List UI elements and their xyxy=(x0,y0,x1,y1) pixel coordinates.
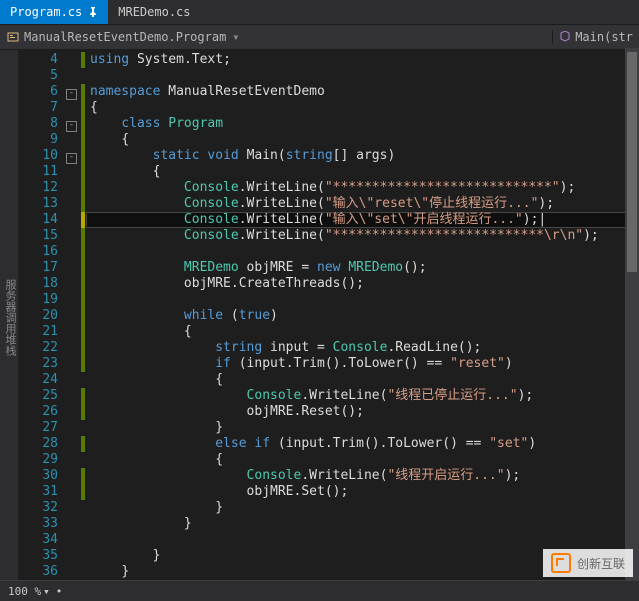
chevron-down-icon[interactable]: ▾ xyxy=(230,30,241,44)
breadcrumb-namespace[interactable]: ManualResetEventDemo.Program xyxy=(24,30,226,44)
class-icon xyxy=(6,30,20,44)
status-bar: 100 % ▾ • xyxy=(0,580,639,601)
watermark-logo-icon xyxy=(551,553,571,573)
method-icon xyxy=(559,31,571,43)
vstrip-label-a[interactable]: 服务器调用堆栈 xyxy=(2,279,18,356)
tab-label: Program.cs xyxy=(10,5,82,19)
tab-label: MREDemo.cs xyxy=(118,5,190,19)
bullet-icon: • xyxy=(56,585,63,598)
breadcrumb-member[interactable]: Main(str xyxy=(575,30,633,44)
pin-icon[interactable] xyxy=(88,7,98,17)
zoom-value: 100 % xyxy=(8,585,41,598)
tab-mredemo-cs[interactable]: MREDemo.cs xyxy=(108,0,200,24)
zoom-dropdown[interactable]: 100 % ▾ xyxy=(8,585,50,598)
code-area[interactable]: using System.Text;namespace ManualResetE… xyxy=(86,50,639,580)
tab-bar: Program.cs MREDemo.cs xyxy=(0,0,639,25)
outline-gutter[interactable]: --- xyxy=(66,50,80,580)
watermark-text: 创新互联 xyxy=(577,555,625,572)
navigation-bar: ManualResetEventDemo.Program ▾ Main(str xyxy=(0,25,639,50)
side-toolstrip: 服务器调用堆栈 工具箱 xyxy=(0,50,18,580)
watermark: 创新互联 xyxy=(543,549,633,577)
line-number-gutter: 4567891011121314151617181920212223242526… xyxy=(18,50,66,580)
tab-program-cs[interactable]: Program.cs xyxy=(0,0,108,24)
code-editor[interactable]: 4567891011121314151617181920212223242526… xyxy=(18,50,639,580)
chevron-down-icon: ▾ xyxy=(43,585,50,598)
